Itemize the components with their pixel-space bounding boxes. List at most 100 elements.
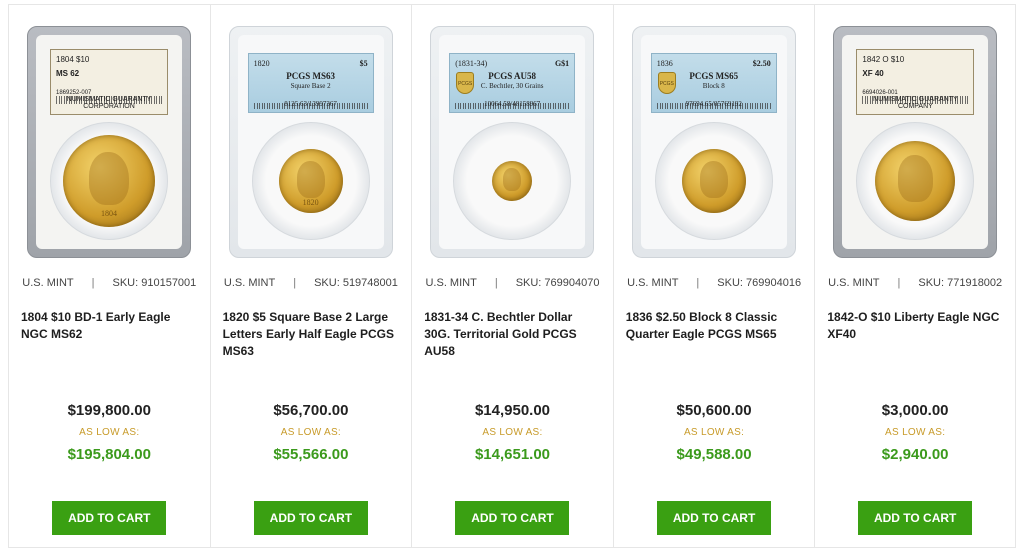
product-price: $199,800.00 (67, 402, 151, 419)
slab-inner: 1804 $10 MS 62 1869252-007 NUMISMATIC GU… (36, 35, 182, 249)
pcgs-shield-icon: PCGS (456, 72, 475, 94)
grading-label: 1820 $5 PCGS MS63 Square Base 2 8125.63/… (247, 53, 374, 113)
product-title-link[interactable]: 1804 $10 BD-1 Early Eagle NGC MS62 (21, 309, 198, 343)
label-footer: 8125.63/13997367 (284, 100, 337, 108)
pcgs-shield-icon: PCGS (657, 72, 676, 94)
mint-label: U.S. MINT (627, 277, 679, 289)
product-price: $3,000.00 (881, 402, 949, 419)
product-meta: U.S. MINT | SKU: 519748001 (211, 276, 412, 290)
sku-label: SKU: 771918002 (918, 277, 1003, 289)
gold-coin-image: 1804 (63, 135, 155, 227)
coin-date: 1804 (101, 208, 117, 218)
label-line1: 1842 O $10 (862, 55, 905, 64)
as-low-as-label: AS LOW AS: (79, 427, 140, 438)
label-denomination: $2.50 (752, 59, 771, 68)
label-line1: 1804 $10 (56, 55, 90, 64)
as-low-as-price: $2,940.00 (881, 446, 949, 463)
product-title-link[interactable]: 1836 $2.50 Block 8 Classic Quarter Eagle… (626, 309, 803, 343)
add-to-cart-button[interactable]: ADD TO CART (52, 501, 167, 535)
label-detail: Square Base 2 (290, 82, 331, 90)
gold-coin-image (681, 149, 746, 213)
product-title-link[interactable]: 1831-34 C. Bechtler Dollar 30G. Territor… (424, 309, 601, 360)
label-line1: (1831-34) (455, 59, 488, 68)
product-meta: U.S. MINT | SKU: 769904016 (614, 276, 815, 290)
sku-label: SKU: 910157001 (112, 277, 197, 289)
label-line1: 1836 (656, 59, 673, 68)
grading-label: 1842 O $10 XF 40 6694026-001 NUMISMATIC … (856, 49, 975, 115)
coin-bust-icon (699, 160, 728, 198)
sku-label: SKU: 769904016 (717, 277, 802, 289)
coin-slab-image[interactable]: 1842 O $10 XF 40 6694026-001 NUMISMATIC … (833, 26, 998, 258)
as-low-as-price: $55,566.00 (273, 446, 349, 463)
slab-inner: (1831-34) G$1 PCGS AU58 C. Bechtler, 30 … (439, 35, 586, 249)
label-denomination: $5 (359, 59, 368, 68)
as-low-as-label: AS LOW AS: (280, 427, 342, 438)
as-low-as-label: AS LOW AS: (683, 427, 745, 438)
coin-slab-image[interactable]: 1836 $2.50 PCGS MS65 Block 8 97694.65/05… (631, 26, 796, 258)
add-to-cart-button[interactable]: ADD TO CART (858, 501, 973, 535)
product-card: 1836 $2.50 PCGS MS65 Block 8 97694.65/05… (612, 4, 815, 548)
product-meta: U.S. MINT | SKU: 771918002 (815, 276, 1015, 290)
coin-slab-image[interactable]: (1831-34) G$1 PCGS AU58 C. Bechtler, 30 … (430, 26, 595, 258)
label-denomination: G$1 (554, 59, 570, 68)
gold-coin-image: 1820 (278, 149, 343, 213)
as-low-as-price: $14,651.00 (474, 446, 551, 463)
add-to-cart-button[interactable]: ADD TO CART (657, 501, 772, 535)
product-price: $56,700.00 (273, 402, 349, 419)
coin-bust-icon (897, 155, 933, 202)
add-to-cart-button[interactable]: ADD TO CART (253, 501, 368, 535)
meta-separator: | (494, 277, 498, 289)
product-meta: U.S. MINT | SKU: 769904070 (412, 276, 613, 290)
slab-inner: 1836 $2.50 PCGS MS65 Block 8 97694.65/05… (640, 35, 787, 249)
as-low-as-label: AS LOW AS: (482, 427, 543, 438)
gold-coin-image (492, 161, 533, 201)
label-line1: 1820 (253, 59, 270, 68)
product-card: 1820 $5 PCGS MS63 Square Base 2 8125.63/… (209, 4, 412, 548)
coin-holder (654, 122, 773, 240)
slab-inner: 1842 O $10 XF 40 6694026-001 NUMISMATIC … (842, 35, 989, 249)
mint-label: U.S. MINT (828, 277, 880, 289)
coin-holder (856, 122, 975, 240)
coin-bust-icon (503, 168, 521, 192)
coin-holder (453, 122, 572, 240)
label-grade: XF 40 (862, 69, 884, 78)
coin-holder: 1820 (251, 122, 370, 240)
coin-date: 1820 (302, 197, 319, 207)
label-grade: MS 62 (56, 69, 80, 78)
meta-separator: | (91, 277, 95, 289)
mint-label: U.S. MINT (425, 277, 477, 289)
mint-label: U.S. MINT (223, 277, 276, 289)
slab-inner: 1820 $5 PCGS MS63 Square Base 2 8125.63/… (237, 35, 384, 249)
meta-separator: | (696, 277, 700, 289)
add-to-cart-button[interactable]: ADD TO CART (455, 501, 570, 535)
coin-bust-icon (88, 151, 130, 205)
product-meta: U.S. MINT | SKU: 910157001 (9, 276, 210, 290)
coin-slab-image[interactable]: 1804 $10 MS 62 1869252-007 NUMISMATIC GU… (27, 26, 191, 258)
sku-label: SKU: 769904070 (515, 277, 600, 289)
coin-slab-image[interactable]: 1820 $5 PCGS MS63 Square Base 2 8125.63/… (228, 26, 393, 258)
product-price: $14,950.00 (474, 402, 551, 419)
product-title-link[interactable]: 1820 $5 Square Base 2 Large Letters Earl… (223, 309, 400, 360)
meta-separator: | (897, 277, 901, 289)
label-footer: NUMISMATIC GUARANTY CORPORATION (66, 96, 152, 110)
grading-label: 1836 $2.50 PCGS MS65 Block 8 97694.65/05… (650, 53, 777, 113)
product-card: 1804 $10 MS 62 1869252-007 NUMISMATIC GU… (8, 4, 210, 548)
label-footer: NUMISMATIC GUARANTY COMPANY (873, 96, 958, 110)
as-low-as-price: $195,804.00 (67, 446, 151, 463)
mint-label: U.S. MINT (22, 277, 74, 289)
label-grade: PCGS MS63 (286, 71, 335, 81)
meta-separator: | (293, 277, 297, 289)
coin-holder: 1804 (50, 122, 168, 240)
product-price: $50,600.00 (676, 402, 752, 419)
sku-label: SKU: 519748001 (314, 277, 398, 289)
product-grid: 1804 $10 MS 62 1869252-007 NUMISMATIC GU… (8, 0, 1016, 555)
label-footer: 10064.58/48158967 (484, 100, 541, 108)
label-footer: 97694.65/05769192 (685, 100, 742, 108)
product-card: 1842 O $10 XF 40 6694026-001 NUMISMATIC … (814, 4, 1016, 548)
product-title-link[interactable]: 1842-O $10 Liberty Eagle NGC XF40 (827, 309, 1003, 343)
gold-coin-image (875, 141, 956, 221)
as-low-as-label: AS LOW AS: (885, 427, 946, 438)
grading-label: 1804 $10 MS 62 1869252-007 NUMISMATIC GU… (50, 49, 168, 115)
grading-label: (1831-34) G$1 PCGS AU58 C. Bechtler, 30 … (449, 53, 576, 113)
as-low-as-price: $49,588.00 (676, 446, 752, 463)
